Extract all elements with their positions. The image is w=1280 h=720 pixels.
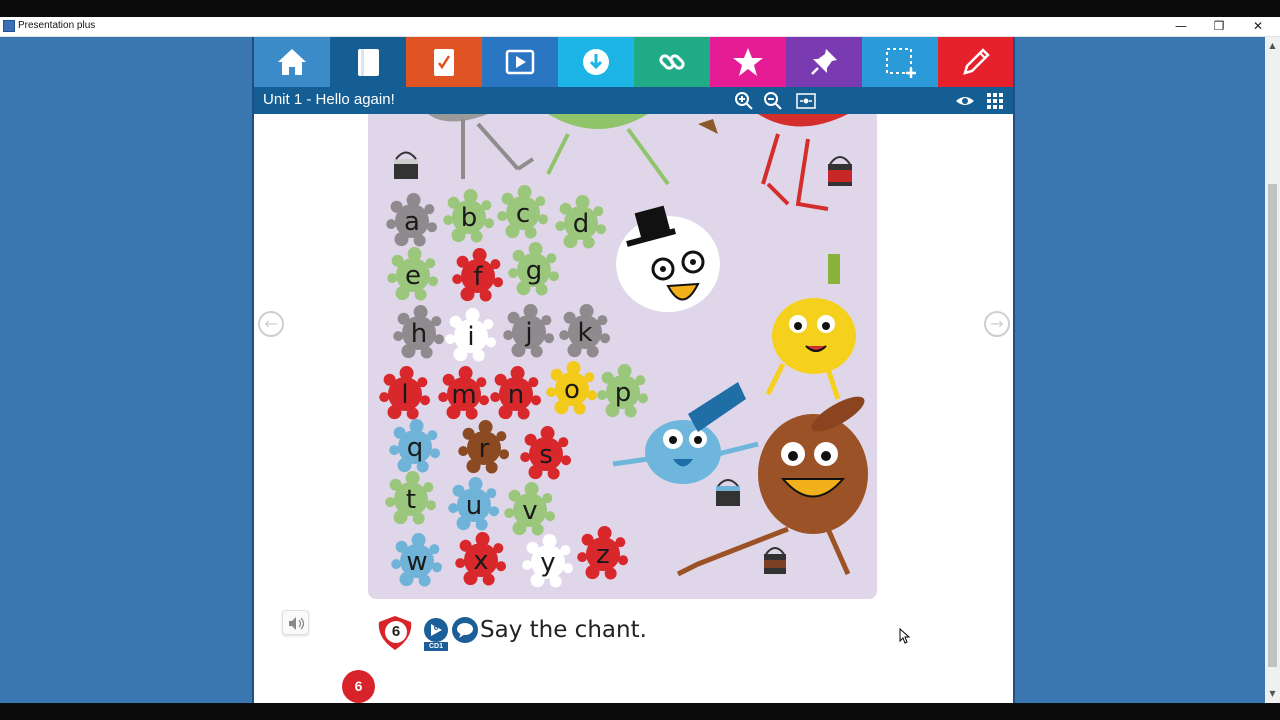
- eye-icon[interactable]: [954, 90, 976, 112]
- alphabet-letter-u: u: [466, 491, 482, 521]
- minimize-button[interactable]: —: [1161, 17, 1201, 36]
- audio-button[interactable]: [282, 610, 309, 635]
- alphabet-letter-a: a: [404, 207, 420, 237]
- alphabet-letter-z: z: [596, 540, 610, 570]
- speaker-icon: [289, 617, 305, 630]
- unit-title: Unit 1 - Hello again!: [263, 91, 395, 108]
- pin-button[interactable]: [786, 37, 862, 87]
- alphabet-letter-v: v: [522, 496, 537, 526]
- pin-icon: [811, 49, 837, 75]
- cd-track-number: 6: [433, 623, 439, 632]
- grid-view-icon[interactable]: [984, 90, 1006, 112]
- alphabet-letter-h: h: [411, 319, 427, 349]
- vertical-scrollbar[interactable]: ▲ ▼: [1265, 37, 1280, 703]
- alphabet-letter-c: c: [516, 199, 530, 229]
- link-button[interactable]: [634, 37, 710, 87]
- home-button[interactable]: [254, 37, 330, 87]
- scroll-down-icon[interactable]: ▼: [1265, 687, 1280, 701]
- mouse-cursor-icon: [899, 628, 911, 644]
- link-icon: [659, 54, 685, 70]
- pen-button[interactable]: [938, 37, 1013, 87]
- page-number: 6: [342, 670, 375, 703]
- video-button[interactable]: [482, 37, 558, 87]
- alphabet-letter-w: w: [406, 547, 427, 577]
- alphabet-letter-l: l: [401, 380, 408, 410]
- window-title: Presentation plus: [18, 20, 96, 31]
- alphabet-letter-n: n: [508, 380, 524, 410]
- alphabet-letter-j: j: [524, 318, 532, 348]
- close-button[interactable]: ✕: [1238, 17, 1278, 36]
- monster-legs-top: [428, 114, 848, 211]
- activity-number-badge: 6: [375, 614, 415, 652]
- homework-icon: [434, 49, 454, 76]
- zoom-out-icon[interactable]: [762, 90, 784, 112]
- screen-bottom-border: [0, 703, 1280, 720]
- activity-number: 6: [391, 623, 401, 640]
- previous-page-button[interactable]: ←: [258, 311, 284, 337]
- alphabet-letter-s: s: [539, 440, 553, 470]
- alphabet-letter-f: f: [473, 262, 483, 292]
- screen-top-border: [0, 0, 1280, 17]
- home-icon: [278, 49, 306, 75]
- alphabet-letter-r: r: [479, 434, 490, 464]
- alphabet-letter-b: b: [461, 203, 478, 233]
- zoom-in-icon[interactable]: [733, 90, 755, 112]
- cd-track-button[interactable]: 6 CD1: [422, 617, 450, 651]
- favourite-button[interactable]: [710, 37, 786, 87]
- main-toolbar: [254, 37, 1013, 87]
- video-play-icon: [505, 49, 535, 75]
- star-icon: [733, 48, 763, 76]
- alphabet-illustration: a b c d e f g h i j k l m n o p q r s t u v w x y z: [368, 114, 877, 599]
- pencil-icon: [963, 48, 990, 75]
- next-page-button[interactable]: →: [984, 311, 1010, 337]
- alphabet-letter-d: d: [573, 209, 590, 239]
- selection-icon: [886, 48, 916, 78]
- alphabet-letter-g: g: [526, 256, 543, 286]
- book-button[interactable]: [330, 37, 406, 87]
- unit-bar: Unit 1 - Hello again!: [254, 87, 1013, 114]
- alphabet-letter-p: p: [615, 378, 632, 408]
- cloud-download-icon: [583, 49, 609, 75]
- alphabet-letter-k: k: [577, 318, 592, 348]
- cd-label: CD1: [424, 642, 448, 651]
- scroll-up-icon[interactable]: ▲: [1265, 39, 1280, 53]
- homework-button[interactable]: [406, 37, 482, 87]
- speech-bubble-icon: [451, 616, 479, 644]
- activity-instruction: Say the chant.: [480, 617, 647, 643]
- alphabet-letter-e: e: [405, 261, 421, 291]
- app-icon: [3, 20, 15, 32]
- alphabet-letter-y: y: [540, 548, 555, 578]
- download-button[interactable]: [558, 37, 634, 87]
- book-icon: [358, 49, 379, 76]
- spotlight-button[interactable]: [862, 37, 938, 87]
- white-monster-with-hat: [616, 205, 720, 312]
- yellow-monster: [765, 254, 856, 400]
- alphabet-letter-i: i: [467, 322, 474, 352]
- alphabet-letter-x: x: [473, 546, 488, 576]
- alphabet-letter-q: q: [407, 433, 424, 463]
- scrollbar-thumb[interactable]: [1268, 184, 1277, 667]
- window-titlebar: Presentation plus — ❐ ✕: [0, 17, 1280, 37]
- alphabet-letter-t: t: [406, 485, 416, 515]
- alphabet-letter-o: o: [564, 375, 580, 405]
- book-viewer: Unit 1 - Hello again! ← → a b c d e f g …: [252, 37, 1015, 703]
- fit-screen-icon[interactable]: [795, 90, 817, 112]
- restore-button[interactable]: ❐: [1199, 17, 1239, 36]
- alphabet-letter-m: m: [451, 380, 476, 410]
